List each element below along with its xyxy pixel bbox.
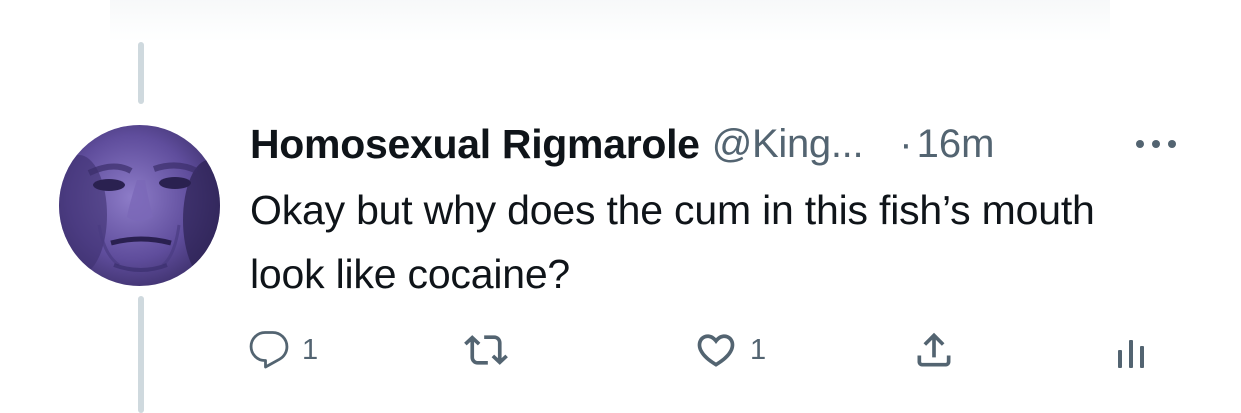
more-button[interactable] — [1128, 128, 1184, 160]
thread-line-lower — [138, 296, 144, 413]
avatar-image — [59, 125, 220, 286]
analytics-icon — [1118, 340, 1144, 368]
action-bar: 1 1 — [248, 322, 1168, 378]
tweet-text: Okay but why does the cum in this fish’s… — [250, 187, 1095, 297]
thread-line-upper — [138, 42, 144, 104]
retweet-button[interactable] — [464, 322, 520, 378]
retweet-icon — [464, 335, 508, 365]
user-handle[interactable]: @King... — [712, 122, 864, 167]
avatar[interactable] — [59, 125, 220, 286]
heart-icon — [697, 334, 735, 367]
reply-button[interactable]: 1 — [248, 322, 318, 378]
display-name[interactable]: Homosexual Rigmarole — [250, 121, 700, 168]
tweet-header: Homosexual Rigmarole @King... · 16m — [250, 116, 994, 172]
more-icon — [1136, 140, 1176, 148]
analytics-button[interactable] — [1114, 322, 1154, 378]
like-button[interactable]: 1 — [694, 322, 766, 378]
share-button[interactable] — [912, 322, 956, 378]
timestamp[interactable]: 16m — [917, 122, 995, 167]
reply-count: 1 — [302, 333, 319, 366]
share-icon — [917, 332, 951, 367]
reply-icon — [249, 331, 289, 369]
like-count: 1 — [750, 333, 767, 366]
previous-tweet-fade — [110, 0, 1110, 42]
separator-dot: · — [899, 121, 913, 166]
